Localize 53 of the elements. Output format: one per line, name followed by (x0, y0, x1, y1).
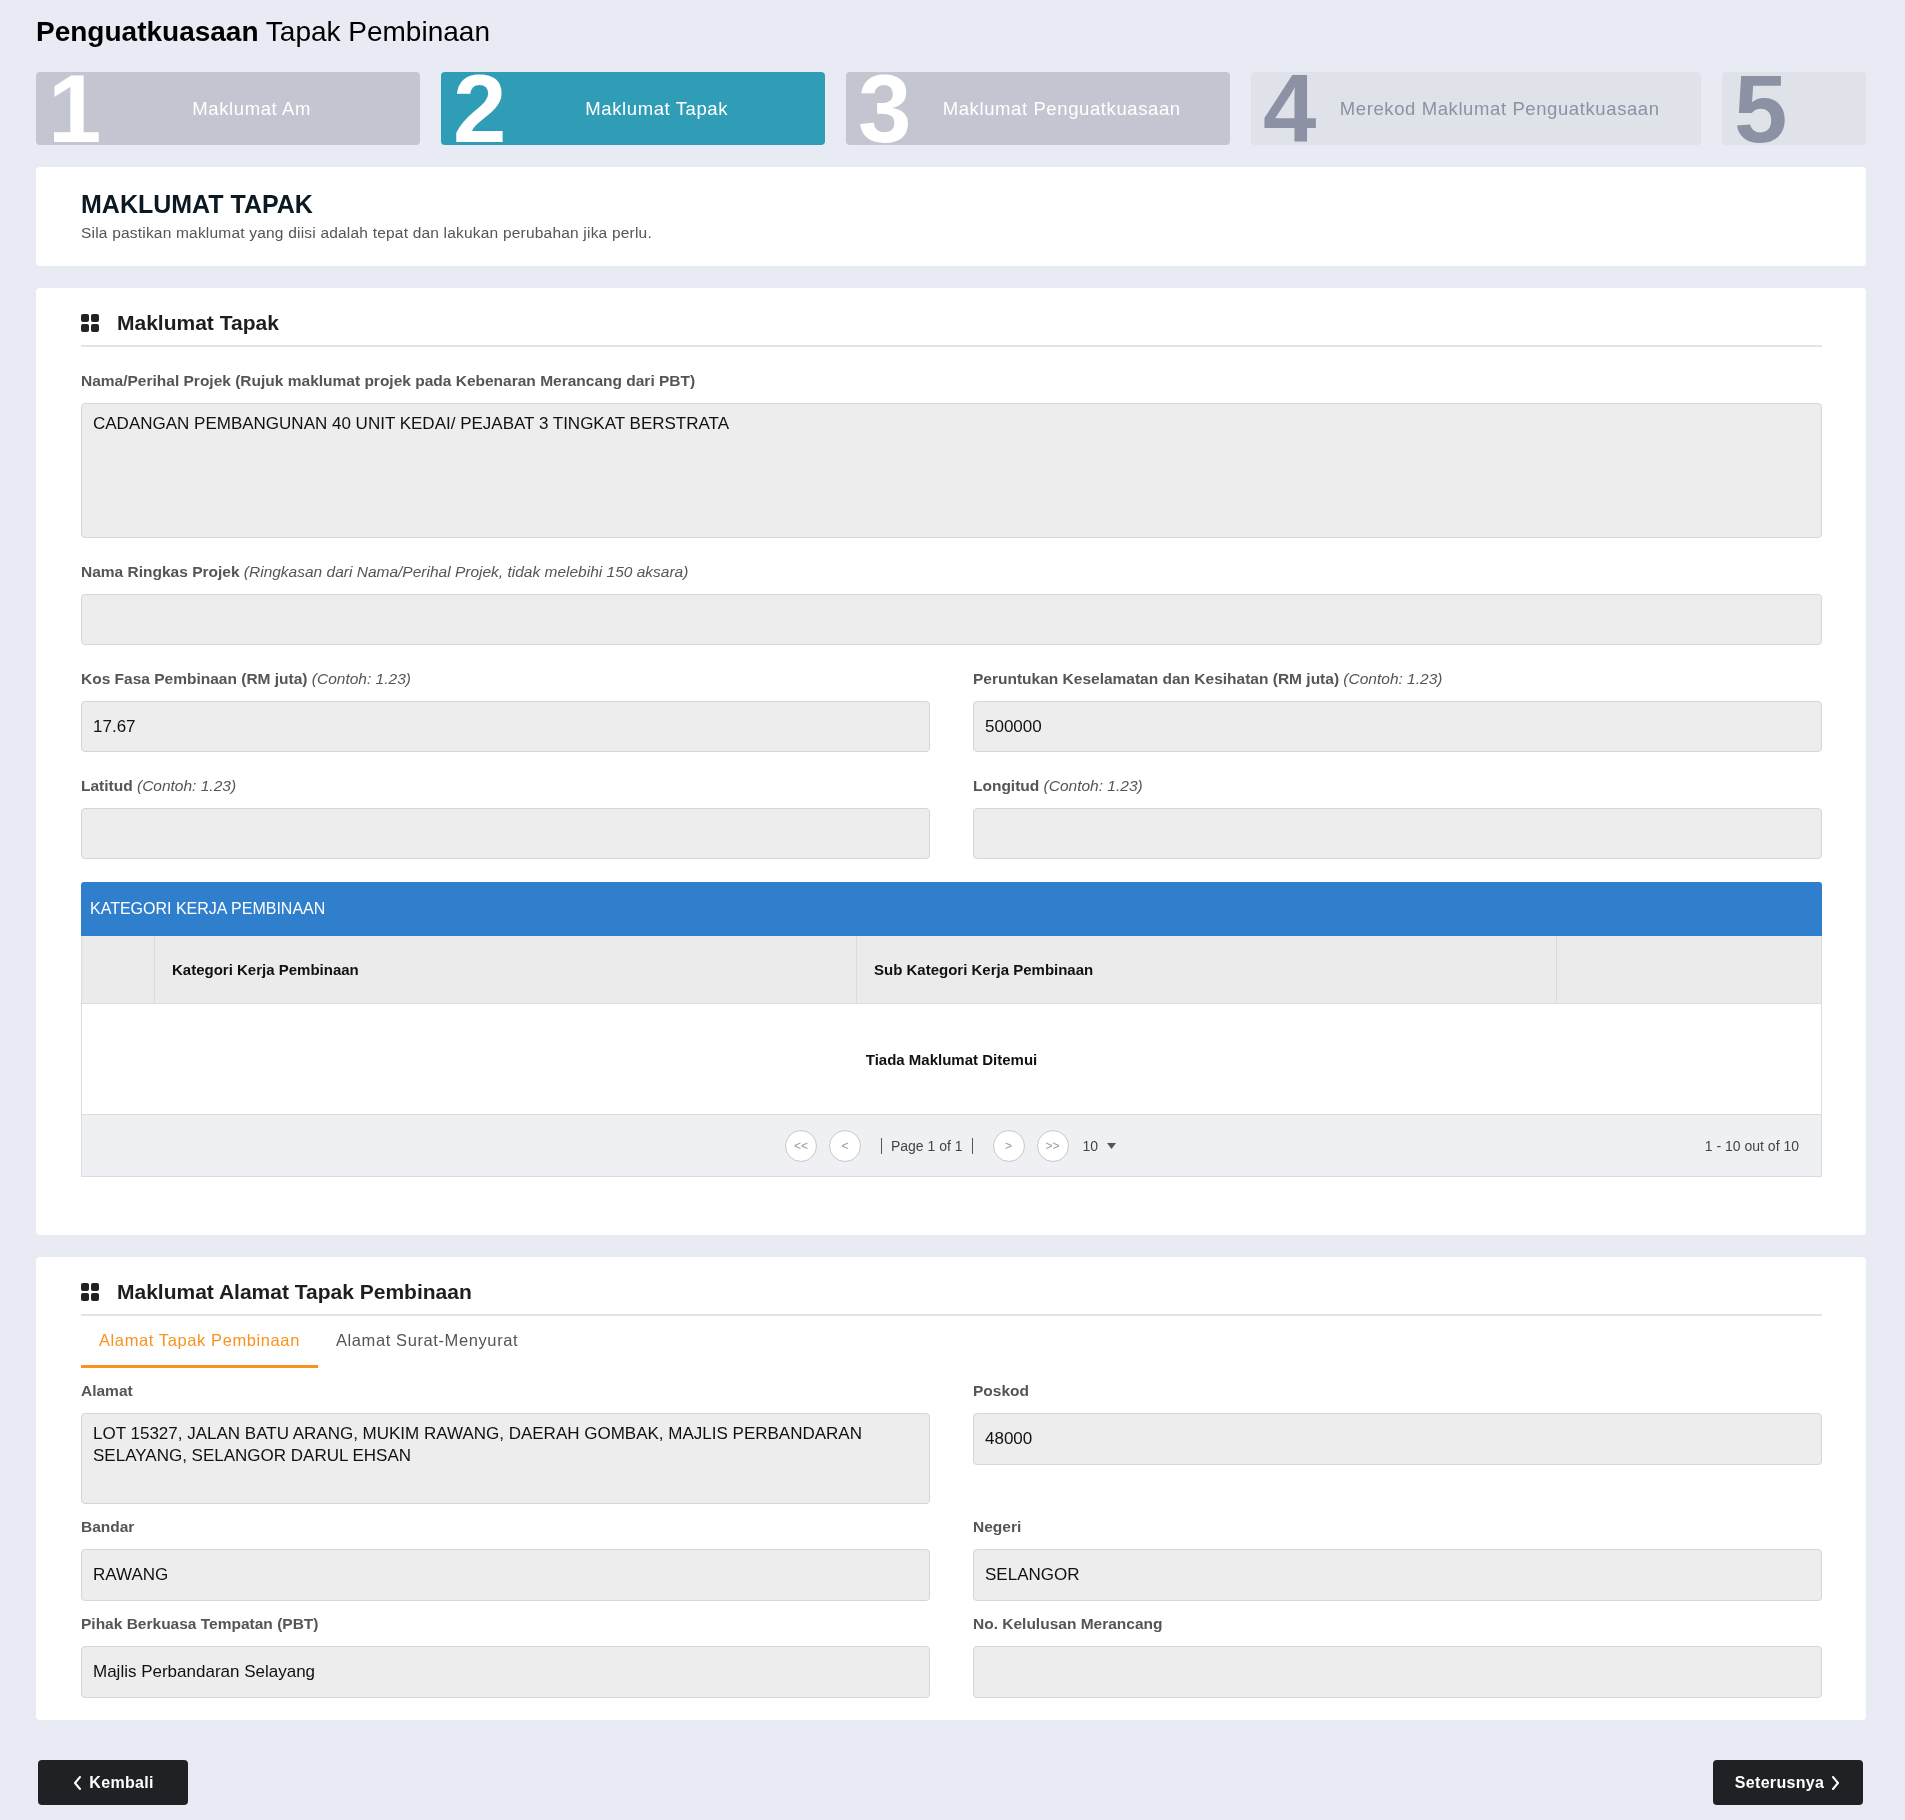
step-label: Maklumat Am (191, 97, 313, 120)
field-label: Latitud (Contoh: 1.23) (81, 776, 237, 795)
field-label: Kos Fasa Pembinaan (RM juta) (Contoh: 1.23) (81, 669, 411, 688)
next-button[interactable]: Seterusnya (1713, 1760, 1863, 1805)
field-label: Alamat (81, 1381, 133, 1400)
field-label: Pihak Berkuasa Tempatan (PBT) (81, 1614, 319, 1633)
field-label: Negeri (973, 1517, 1022, 1536)
input-field[interactable] (81, 594, 1822, 645)
chevron-left-icon (72, 1774, 84, 1791)
input-field[interactable]: SELANGOR (973, 1549, 1822, 1601)
input-field[interactable]: 500000 (973, 701, 1822, 752)
page-size-select[interactable]: 10 (1080, 1137, 1119, 1154)
table-title-bar: KATEGORI KERJA PEMBINAAN (81, 882, 1822, 936)
input-field[interactable]: 48000 (973, 1413, 1822, 1465)
step-number: 5 (1733, 72, 1788, 145)
input-field[interactable] (81, 808, 930, 859)
field-label: Nama Ringkas Projek (Ringkasan dari Nama/Perihal Projek, tidak melebihi 150 aksara) (81, 562, 689, 581)
step-label: Maklumat Tapak (584, 97, 730, 120)
step-number: 4 (1262, 72, 1317, 145)
caret-down-icon (1107, 1142, 1117, 1149)
record-count: 1 - 10 out of 10 (1704, 1137, 1799, 1154)
input-field[interactable] (973, 808, 1822, 859)
textarea-field[interactable]: CADANGAN PEMBANGUNAN 40 UNIT KEDAI/ PEJABAT 3 TINGKAT BERSTRATA (81, 403, 1822, 538)
field-label: No. Kelulusan Merancang (973, 1614, 1163, 1633)
field-label: Peruntukan Keselamatan dan Kesihatan (RM juta) (Contoh: 1.23) (973, 669, 1443, 688)
input-field[interactable]: RAWANG (81, 1549, 930, 1601)
field-label: Bandar (81, 1517, 135, 1536)
empty-message: Tiada Maklumat Ditemui (865, 1050, 1038, 1068)
field-label: Nama/Perihal Projek (Rujuk maklumat projek pada Kebenaran Merancang dari PBT) (81, 371, 696, 390)
field-label: Longitud (Contoh: 1.23) (973, 776, 1143, 795)
section-heading: Maklumat Tapak (117, 311, 279, 335)
page-title: Penguatkuasaan Tapak Pembinaan (36, 15, 490, 49)
section-title: MAKLUMAT TAPAK (81, 190, 314, 219)
input-field[interactable]: Majlis Perbandaran Selayang (81, 1646, 930, 1698)
grid-icon (81, 1283, 99, 1301)
section-description: Sila pastikan maklumat yang diisi adalah tepat dan lakukan perubahan jika perlu. (81, 223, 653, 242)
grid-icon (81, 314, 99, 332)
step-label: Merekod Maklumat Penguatkuasaan (1338, 97, 1661, 120)
step-label: Maklumat Penguatkuasaan (941, 97, 1182, 120)
textarea-field[interactable]: LOT 15327, JALAN BATU ARANG, MUKIM RAWANG, DAERAH GOMBAK, MAJLIS PERBANDARAN SELAYANG, SELANGOR DARUL EHSAN (81, 1413, 930, 1504)
field-label: Poskod (973, 1381, 1029, 1400)
step-number: 2 (452, 72, 507, 145)
section-heading: Maklumat Alamat Tapak Pembinaan (117, 1280, 472, 1304)
column-header: Kategori Kerja Pembinaan (172, 961, 359, 978)
tab[interactable]: Alamat Surat-Menyurat (317, 1316, 537, 1368)
chevron-right-icon (1830, 1774, 1842, 1791)
input-field[interactable] (973, 1646, 1822, 1698)
page-indicator: Page 1 of 1 (880, 1137, 973, 1154)
step-number: 3 (857, 72, 912, 145)
input-field[interactable]: 17.67 (81, 701, 930, 752)
column-header: Sub Kategori Kerja Pembinaan (874, 961, 1094, 978)
back-button[interactable]: Kembali (38, 1760, 188, 1805)
step-number: 1 (47, 72, 102, 145)
